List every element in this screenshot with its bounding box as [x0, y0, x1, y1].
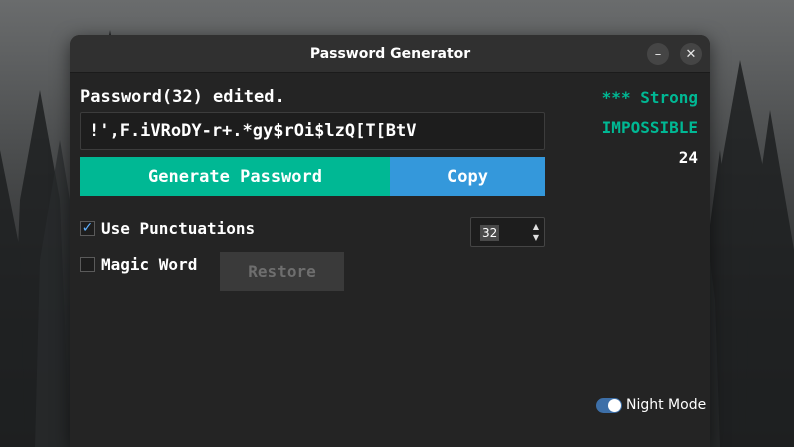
close-button[interactable]: ✕ — [680, 43, 702, 65]
night-mode-toggle[interactable]: Night Mode — [596, 397, 706, 413]
copy-button[interactable]: Copy — [390, 157, 545, 196]
night-mode-switch[interactable] — [596, 397, 622, 413]
punctuations-option[interactable]: ✓ Use Punctuations — [80, 219, 255, 238]
length-spinbox[interactable]: 32 ▲ ▼ — [470, 217, 545, 247]
crack-time: IMPOSSIBLE — [601, 118, 698, 137]
punctuations-checkbox[interactable]: ✓ — [80, 221, 95, 236]
password-field[interactable]: !',F.iVRoDY-r+.*gy$rOi$lzQ[T[BtV — [80, 112, 545, 150]
night-mode-label: Night Mode — [626, 397, 707, 413]
minimize-button[interactable]: – — [647, 43, 669, 65]
magic-word-option[interactable]: Magic Word — [80, 255, 197, 274]
check-icon: ✓ — [81, 220, 94, 236]
length-value: 32 — [480, 225, 500, 241]
spin-up-icon[interactable]: ▲ — [531, 222, 541, 232]
restore-button[interactable]: Restore — [220, 252, 344, 291]
generate-password-button[interactable]: Generate Password — [80, 157, 390, 196]
switch-knob — [608, 398, 621, 412]
minimize-icon: – — [654, 46, 662, 62]
spin-down-icon[interactable]: ▼ — [531, 233, 541, 243]
magic-word-label: Magic Word — [101, 255, 198, 274]
strength-score: 24 — [678, 148, 698, 167]
title-bar[interactable]: Password Generator – ✕ — [70, 35, 710, 73]
password-generator-window: Password Generator – ✕ Password(32) edit… — [70, 35, 710, 447]
magic-word-checkbox[interactable] — [80, 257, 95, 272]
punctuations-label: Use Punctuations — [101, 219, 256, 238]
close-icon: ✕ — [685, 46, 697, 62]
strength-rating: *** Strong — [601, 88, 698, 107]
window-title: Password Generator — [309, 46, 471, 62]
status-label: Password(32) edited. — [80, 87, 285, 107]
